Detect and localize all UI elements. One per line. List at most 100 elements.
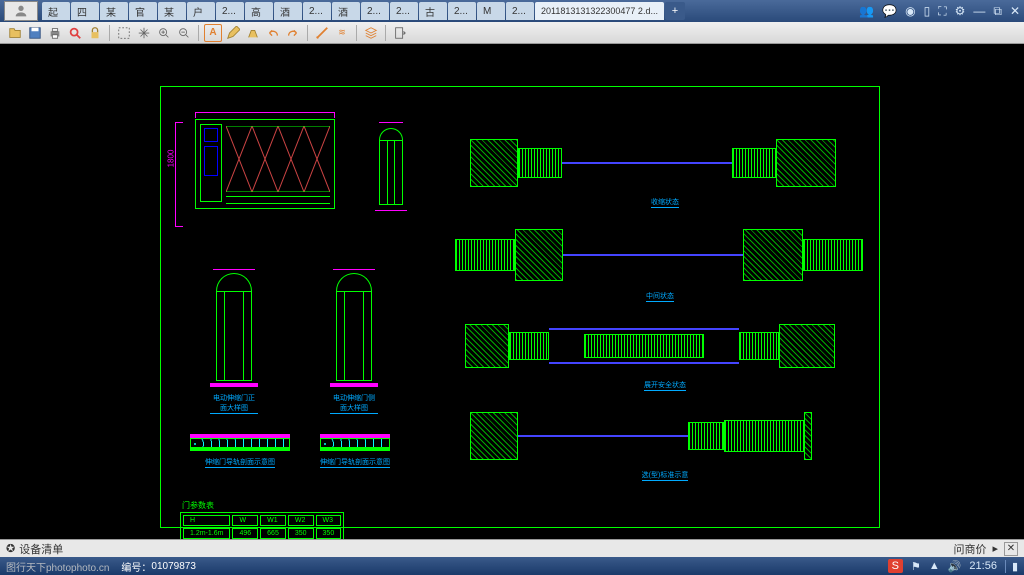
zoom-in-button[interactable] (155, 24, 173, 42)
dim-value: 1800 (166, 150, 175, 168)
zoom-window-button[interactable] (115, 24, 133, 42)
cad-canvas[interactable]: 1800 电动伸缩门正面大样图 (0, 44, 1024, 539)
td: 665 (260, 528, 286, 539)
expand-icon[interactable]: ⛶ (938, 4, 946, 19)
track-detail-1: 伸缩门导轨剖面示意图 (190, 434, 290, 464)
gate-side-small (375, 122, 407, 211)
tab-14[interactable]: 2... (448, 2, 476, 20)
highlight-button[interactable] (244, 24, 262, 42)
avatar[interactable] (4, 1, 38, 21)
tab-15[interactable]: M (477, 2, 505, 20)
td: 350 (288, 528, 314, 539)
arrow-icon[interactable]: ▸ (992, 542, 998, 555)
add-tab-button[interactable]: + (665, 2, 685, 20)
tray-flag-icon[interactable]: ⚑ (911, 560, 921, 573)
th: W (232, 515, 258, 526)
dim-horizontal (195, 112, 335, 118)
tab-10[interactable]: 酒 (332, 2, 360, 20)
tab-9[interactable]: 2... (303, 2, 331, 20)
separator (356, 25, 357, 41)
export-button[interactable] (391, 24, 409, 42)
close-window-icon[interactable]: ✕ (1010, 4, 1020, 19)
caption-d3: 伸缩门导轨剖面示意图 (205, 457, 275, 468)
tab-6[interactable]: 2... (216, 2, 244, 20)
measure-button[interactable] (313, 24, 331, 42)
show-desktop[interactable]: ▮ (1005, 560, 1018, 573)
tab-16[interactable]: 2... (506, 2, 534, 20)
caption-p4: 选(型)标准示意 (642, 470, 689, 481)
dimension-button[interactable]: ≋ (333, 24, 351, 42)
zoom-out-button[interactable] (175, 24, 193, 42)
tray-sound-icon[interactable]: 🔊 (948, 560, 962, 573)
th: H (183, 515, 230, 526)
taskbar: 图行天下photophoto.cn 编号： 01079873 S ⚑ ▲ 🔊 2… (0, 557, 1024, 575)
arch-door-2: 电动伸缩门侧面大样图 (330, 269, 378, 414)
gear-icon[interactable]: ⚙ (955, 4, 966, 19)
redo-button[interactable] (284, 24, 302, 42)
tab-1[interactable]: 四 (71, 2, 99, 20)
tab-12[interactable]: 2... (390, 2, 418, 20)
window-controls: 👥 💬 ◉ ▯ ⛶ ⚙ — ⧉ ✕ (859, 4, 1020, 19)
id-value: 01079873 (151, 561, 196, 572)
track-detail-2: 伸缩门导轨剖面示意图 (320, 434, 390, 464)
caption-d4: 伸缩门导轨剖面示意图 (320, 457, 390, 468)
tray-app-icon[interactable]: S (888, 559, 903, 573)
undo-button[interactable] (264, 24, 282, 42)
plan-view-1: 收缩状态 (470, 139, 860, 208)
users-icon[interactable]: 👥 (859, 4, 874, 19)
status-bar: ✪ 设备清单 问商价 ▸ ✕ (0, 539, 1024, 557)
caption-p2: 中间状态 (646, 291, 674, 302)
lock-button[interactable] (86, 24, 104, 42)
tab-active[interactable]: 2011813131322300477 2.d... (535, 2, 664, 20)
preview-button[interactable] (66, 24, 84, 42)
plan-view-3: 展开安全状态 (465, 324, 865, 391)
user-icon (13, 3, 29, 19)
caption-p1: 收缩状态 (651, 197, 679, 208)
equipment-table: H W W1 W2 W3 1.2m-1.6m 496 665 350 350 1… (180, 512, 344, 539)
tab-0[interactable]: 起 (42, 2, 70, 20)
table-title: 门参数表 (182, 500, 214, 511)
td: 496 (232, 528, 258, 539)
chat-icon[interactable]: 💬 (882, 4, 897, 19)
clock[interactable]: 21:56 (969, 560, 997, 572)
phone-icon[interactable]: ▯ (924, 4, 931, 19)
dim-vertical (175, 122, 183, 227)
th: W3 (316, 515, 342, 526)
close-panel-button[interactable]: ✕ (1004, 542, 1018, 556)
maximize-icon[interactable]: ⧉ (993, 4, 1002, 19)
separator (198, 25, 199, 41)
price-link[interactable]: 问商价 (953, 541, 986, 557)
arch-door-1: 电动伸缩门正面大样图 (210, 269, 258, 414)
pencil-button[interactable] (224, 24, 242, 42)
td: 350 (316, 528, 342, 539)
print-button[interactable] (46, 24, 64, 42)
plan-view-4: 选(型)标准示意 (470, 412, 860, 481)
th: W1 (260, 515, 286, 526)
tab-7[interactable]: 高 (245, 2, 273, 20)
tab-5[interactable]: 户 (187, 2, 215, 20)
watermark-text: 图行天下photophoto.cn (6, 559, 109, 574)
th: W2 (288, 515, 314, 526)
td: 1.2m-1.6m (183, 528, 230, 539)
layers-button[interactable] (362, 24, 380, 42)
text-button[interactable]: A (204, 24, 222, 42)
separator (307, 25, 308, 41)
gate-front-elevation (185, 119, 345, 234)
tab-8[interactable]: 酒 (274, 2, 302, 20)
tab-4[interactable]: 某 (158, 2, 186, 20)
tab-2[interactable]: 某 (100, 2, 128, 20)
tab-11[interactable]: 2... (361, 2, 389, 20)
tray-up-icon[interactable]: ▲ (929, 560, 940, 572)
caption-p3: 展开安全状态 (644, 380, 686, 391)
separator (385, 25, 386, 41)
save-button[interactable] (26, 24, 44, 42)
open-button[interactable] (6, 24, 24, 42)
pan-button[interactable] (135, 24, 153, 42)
tab-3[interactable]: 官 (129, 2, 157, 20)
caption-d1: 电动伸缩门正面大样图 (210, 393, 258, 414)
tab-13[interactable]: 古 (419, 2, 447, 20)
title-bar: 起 四 某 官 某 户 2... 高 酒 2... 酒 2... 2... 古 … (0, 0, 1024, 22)
wechat-icon[interactable]: ◉ (905, 4, 915, 19)
status-text: 设备清单 (19, 541, 63, 557)
minimize-icon[interactable]: — (973, 4, 985, 19)
